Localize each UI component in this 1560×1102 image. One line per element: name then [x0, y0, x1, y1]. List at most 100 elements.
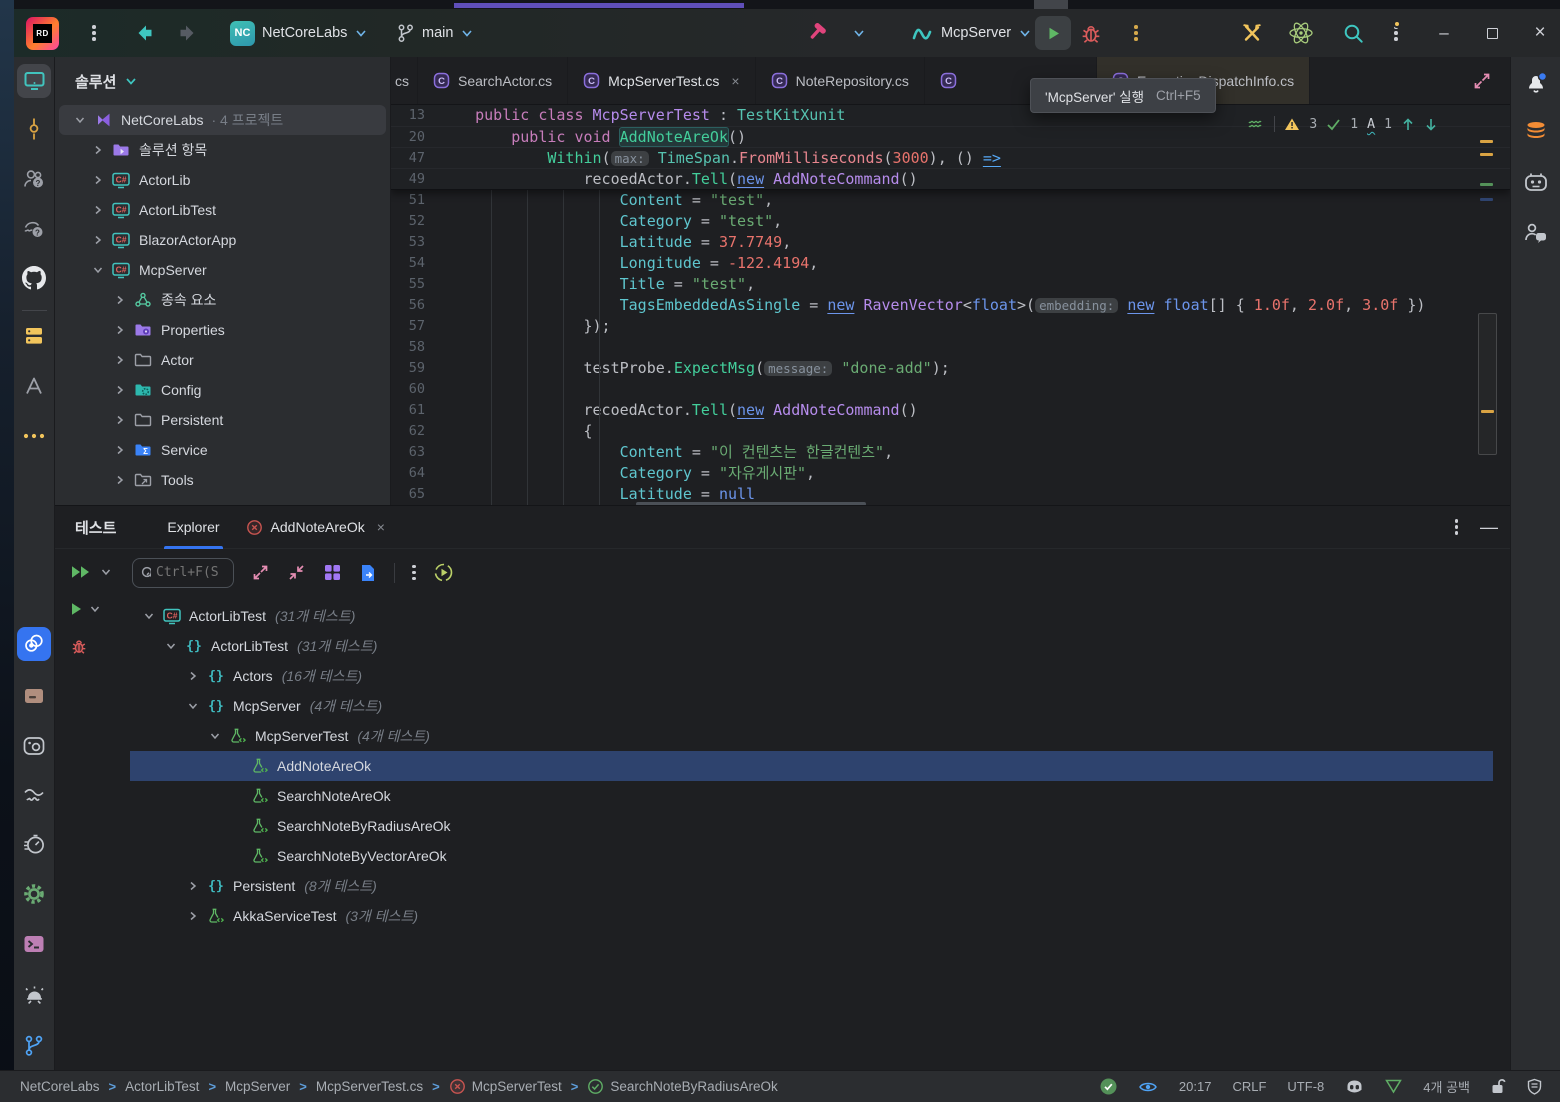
solution-tree-item-BlazorActorApp[interactable]: C#BlazorActorApp — [55, 225, 390, 255]
terminal-icon[interactable] — [17, 927, 51, 961]
chevron-down-icon[interactable] — [182, 698, 204, 714]
settings-icon[interactable] — [17, 877, 51, 911]
run-selected-test-button[interactable] — [69, 601, 101, 617]
test-tree-item-McpServer[interactable]: {}McpServer(4개 테스트) — [130, 691, 1510, 721]
test-tree-item-ActorLibTest[interactable]: C#ActorLibTest(31개 테스트) — [130, 601, 1510, 631]
build-options-chevron-icon[interactable] — [852, 9, 866, 57]
chevron-right-icon[interactable] — [87, 172, 109, 188]
run-config-selector[interactable]: McpServer — [912, 9, 1032, 57]
editor-tab-SearchActor.cs[interactable]: CSearchActor.cs — [418, 57, 568, 104]
solution-tree-item-Service[interactable]: ΣService — [55, 435, 390, 465]
chevron-right-icon[interactable] — [182, 668, 204, 684]
breadcrumb-item-ActorLibTest[interactable]: ActorLibTest — [125, 1079, 199, 1094]
rider-logo[interactable]: RD — [26, 9, 59, 57]
main-menu-icon[interactable] — [92, 9, 96, 57]
ai-assistant-icon[interactable] — [1288, 9, 1314, 57]
chevron-down-icon[interactable] — [138, 608, 160, 624]
solution-tree-item-Tools[interactable]: Tools — [55, 465, 390, 495]
chat-help-icon[interactable]: ? — [17, 212, 51, 246]
chevron-right-icon[interactable] — [109, 292, 131, 308]
run-more-icon[interactable] — [1134, 9, 1138, 57]
chevron-right-icon[interactable] — [87, 232, 109, 248]
test-tree-item-McpServerTest[interactable]: McpServerTest(4개 테스트) — [130, 721, 1510, 751]
chevron-right-icon[interactable] — [182, 908, 204, 924]
profiler-icon[interactable] — [17, 827, 51, 861]
build-tools-icon[interactable] — [1240, 9, 1264, 57]
solution-tree-item-종속 요소[interactable]: 종속 요소 — [55, 285, 390, 315]
alarm-icon[interactable] — [17, 977, 51, 1011]
code-editor[interactable]: 13 public class McpServerTest : TestKitX… — [391, 105, 1510, 505]
solution-tree-item-Actor[interactable]: Actor — [55, 345, 390, 375]
git-icon[interactable] — [17, 1029, 51, 1063]
test-search-box[interactable] — [132, 558, 234, 588]
rerun-icon[interactable] — [433, 562, 454, 583]
caret-position[interactable]: 20:17 — [1179, 1079, 1212, 1094]
solution-panel-header[interactable]: 솔루션 — [55, 57, 390, 105]
solution-tree-item-McpServer[interactable]: C#McpServer — [55, 255, 390, 285]
test-tree-item-SearchNoteByVectorAreOk[interactable]: SearchNoteByVectorAreOk — [130, 841, 1510, 871]
chevron-down-icon[interactable] — [204, 728, 226, 744]
snapshot-icon[interactable] — [17, 729, 51, 763]
breadcrumb-item-NetCoreLabs[interactable]: NetCoreLabs — [20, 1079, 100, 1094]
encoding[interactable]: UTF-8 — [1287, 1079, 1324, 1094]
package-icon[interactable] — [17, 679, 51, 713]
solution-tree-item-Properties[interactable]: Properties — [55, 315, 390, 345]
expand-editor-icon[interactable] — [1472, 71, 1492, 91]
test-tree-item-Actors[interactable]: {}Actors(16개 테스트) — [130, 661, 1510, 691]
streams-icon[interactable] — [17, 779, 51, 813]
indent-setting[interactable]: 4개 공백 — [1423, 1077, 1470, 1096]
expand-all-icon[interactable] — [251, 563, 270, 582]
chevron-down-icon[interactable] — [160, 638, 182, 654]
test-tree-item-AkkaServiceTest[interactable]: AkkaServiceTest(3개 테스트) — [130, 901, 1510, 931]
chevron-right-icon[interactable] — [109, 412, 131, 428]
collaboration-help-icon[interactable]: ? — [17, 162, 51, 196]
run-all-tests-button[interactable] — [69, 564, 112, 580]
copilot-icon[interactable] — [1345, 1078, 1364, 1095]
chevron-right-icon[interactable] — [182, 878, 204, 894]
test-options-icon[interactable] — [412, 562, 416, 583]
panel-options-icon[interactable] — [1455, 517, 1459, 538]
editor-tab-NoteRepository.cs[interactable]: CNoteRepository.cs — [756, 57, 925, 104]
chevron-right-icon[interactable] — [87, 202, 109, 218]
database-icon[interactable] — [17, 319, 51, 353]
maximize-button[interactable] — [1477, 9, 1507, 57]
solution-tree-item-솔루션 항목[interactable]: 솔루션 항목 — [55, 135, 390, 165]
chevron-right-icon[interactable] — [109, 442, 131, 458]
solution-view-icon[interactable] — [17, 64, 51, 98]
test-tree-item-SearchNoteByRadiusAreOk[interactable]: SearchNoteByRadiusAreOk — [130, 811, 1510, 841]
chevron-right-icon[interactable] — [109, 322, 131, 338]
editor-scrollbar[interactable] — [1478, 313, 1497, 455]
test-tree-item-SearchNoteAreOk[interactable]: SearchNoteAreOk — [130, 781, 1510, 811]
debug-test-icon[interactable] — [70, 637, 88, 655]
chevron-down-icon[interactable] — [87, 262, 109, 278]
group-by-icon[interactable] — [323, 563, 342, 582]
editor-tab-cs[interactable]: cs — [391, 57, 418, 104]
code-with-me-icon[interactable] — [1519, 215, 1553, 249]
test-tree-item-ActorLibTest[interactable]: {}ActorLibTest(31개 테스트) — [130, 631, 1510, 661]
inspections-widget[interactable]: 3 1 A 1 — [1247, 116, 1438, 132]
shield-icon[interactable] — [1527, 1078, 1542, 1095]
ai-chat-icon[interactable] — [1519, 165, 1553, 199]
forward-icon[interactable] — [176, 9, 198, 57]
test-tree-item-AddNoteAreOk[interactable]: AddNoteAreOk — [130, 751, 1493, 781]
back-icon[interactable] — [134, 9, 156, 57]
azure-icon[interactable] — [17, 369, 51, 403]
solution-tree-item-NetCoreLabs[interactable]: NetCoreLabs· 4 프로젝트 — [59, 105, 386, 135]
editor-tab-McpServerTest.cs[interactable]: CMcpServerTest.cs× — [568, 57, 755, 104]
solution-tree-item-ActorLib[interactable]: C#ActorLib — [55, 165, 390, 195]
github-icon[interactable] — [17, 261, 51, 295]
commit-icon[interactable] — [17, 112, 51, 146]
reader-mode-icon[interactable] — [1138, 1080, 1158, 1094]
database-orange-icon[interactable] — [1519, 115, 1553, 149]
project-selector[interactable]: NC NetCoreLabs — [230, 9, 368, 57]
solution-tree-item-Config[interactable]: Config — [55, 375, 390, 405]
chevron-right-icon[interactable] — [109, 352, 131, 368]
next-problem-icon[interactable] — [1424, 117, 1438, 132]
analysis-ok-icon[interactable] — [1100, 1078, 1117, 1095]
solution-tree-item-Persistent[interactable]: Persistent — [55, 405, 390, 435]
line-ending[interactable]: CRLF — [1232, 1079, 1266, 1094]
test-tree-item-Persistent[interactable]: {}Persistent(8개 테스트) — [130, 871, 1510, 901]
branch-selector[interactable]: main — [396, 9, 474, 57]
chevron-down-icon[interactable] — [69, 112, 91, 128]
unit-tests-icon[interactable] — [17, 627, 51, 661]
